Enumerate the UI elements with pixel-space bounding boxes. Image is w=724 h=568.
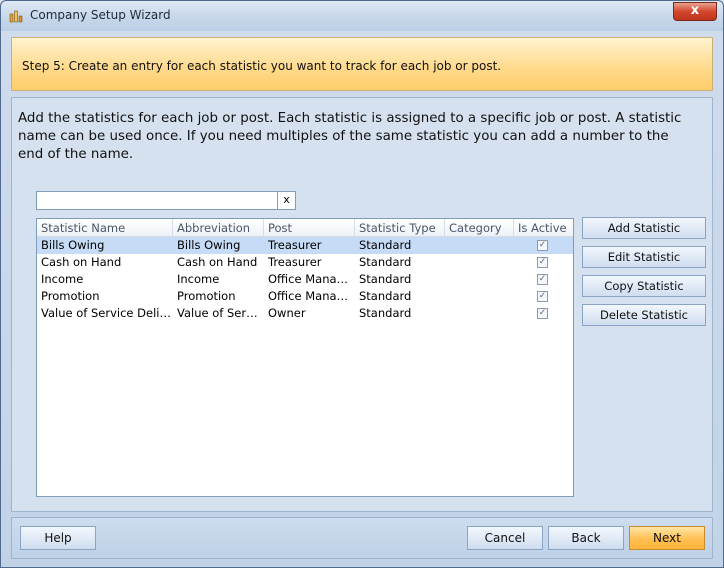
cell-category xyxy=(445,271,514,288)
cell-category xyxy=(445,305,514,322)
cell-category xyxy=(445,237,514,254)
column-header-category[interactable]: Category xyxy=(445,219,514,237)
table-row[interactable]: Value of Service Delivered Value of Serv… xyxy=(37,305,573,322)
title-bar[interactable]: Company Setup Wizard x xyxy=(1,1,723,31)
help-button[interactable]: Help xyxy=(20,526,96,550)
check-icon: ✓ xyxy=(538,308,547,318)
cell-statistic-type: Standard xyxy=(359,272,412,286)
column-header-statistic-type[interactable]: Statistic Type xyxy=(355,219,445,237)
table-row[interactable]: Cash on Hand Cash on Hand Treasurer Stan… xyxy=(37,254,573,271)
cell-post: Treasurer xyxy=(268,255,322,269)
cell-post: Office Manager xyxy=(268,289,355,303)
check-icon: ✓ xyxy=(538,240,547,250)
step-banner: Step 5: Create an entry for each statist… xyxy=(11,37,713,91)
cell-post: Office Manager xyxy=(268,272,355,286)
search-box: x xyxy=(36,191,296,210)
statistics-grid[interactable]: Statistic Name Abbreviation Post Statist… xyxy=(36,218,574,497)
clear-search-button[interactable]: x xyxy=(277,191,296,210)
column-header-post[interactable]: Post xyxy=(264,219,355,237)
cancel-button[interactable]: Cancel xyxy=(467,526,543,550)
intro-text: Add the statistics for each job or post.… xyxy=(18,111,682,162)
cell-statistic-name: Bills Owing xyxy=(41,238,105,252)
wizard-window: Company Setup Wizard x Step 5: Create an… xyxy=(0,0,724,568)
column-header-is-active[interactable]: Is Active xyxy=(514,219,573,237)
add-statistic-button[interactable]: Add Statistic xyxy=(582,217,706,239)
cell-abbreviation: Income xyxy=(177,272,220,286)
cell-abbreviation: Promotion xyxy=(177,289,236,303)
check-icon: ✓ xyxy=(538,291,547,301)
check-icon: ✓ xyxy=(538,257,547,267)
cell-statistic-type: Standard xyxy=(359,289,412,303)
cell-statistic-name: Promotion xyxy=(41,289,100,303)
cell-category xyxy=(445,254,514,271)
cell-post: Treasurer xyxy=(268,238,322,252)
cell-statistic-name: Value of Service Delivered xyxy=(41,306,173,320)
cell-category xyxy=(445,288,514,305)
cell-abbreviation: Bills Owing xyxy=(177,238,241,252)
column-header-statistic-name[interactable]: Statistic Name xyxy=(37,219,173,237)
is-active-checkbox[interactable]: ✓ xyxy=(537,257,548,268)
cell-statistic-name: Income xyxy=(41,272,84,286)
cell-abbreviation: Value of Servic... xyxy=(177,306,264,320)
copy-statistic-button[interactable]: Copy Statistic xyxy=(582,275,706,297)
close-button[interactable]: x xyxy=(673,2,717,21)
is-active-checkbox[interactable]: ✓ xyxy=(537,240,548,251)
search-input[interactable] xyxy=(36,191,278,210)
window-title: Company Setup Wizard xyxy=(30,8,171,22)
cell-post: Owner xyxy=(268,306,306,320)
cell-statistic-type: Standard xyxy=(359,306,412,320)
grid-header: Statistic Name Abbreviation Post Statist… xyxy=(37,219,573,237)
cell-abbreviation: Cash on Hand xyxy=(177,255,258,269)
app-icon xyxy=(9,10,23,23)
cell-statistic-type: Standard xyxy=(359,238,412,252)
is-active-checkbox[interactable]: ✓ xyxy=(537,308,548,319)
step-text: Step 5: Create an entry for each statist… xyxy=(22,59,502,73)
cell-statistic-name: Cash on Hand xyxy=(41,255,122,269)
delete-statistic-button[interactable]: Delete Statistic xyxy=(582,304,706,326)
table-row[interactable]: Bills Owing Bills Owing Treasurer Standa… xyxy=(37,237,573,254)
cell-statistic-type: Standard xyxy=(359,255,412,269)
is-active-checkbox[interactable]: ✓ xyxy=(537,274,548,285)
table-row[interactable]: Income Income Office Manager Standard ✓ xyxy=(37,271,573,288)
next-button[interactable]: Next xyxy=(629,526,705,550)
column-header-abbreviation[interactable]: Abbreviation xyxy=(173,219,264,237)
clear-icon: x xyxy=(283,193,290,206)
close-icon: x xyxy=(690,3,700,18)
edit-statistic-button[interactable]: Edit Statistic xyxy=(582,246,706,268)
table-row[interactable]: Promotion Promotion Office Manager Stand… xyxy=(37,288,573,305)
back-button[interactable]: Back xyxy=(548,526,624,550)
is-active-checkbox[interactable]: ✓ xyxy=(537,291,548,302)
check-icon: ✓ xyxy=(538,274,547,284)
content-panel: Add the statistics for each job or post.… xyxy=(11,97,713,512)
